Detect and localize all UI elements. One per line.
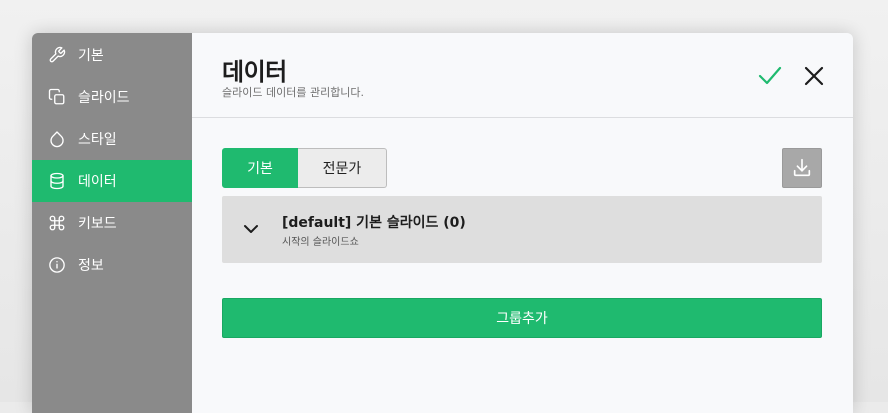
wrench-icon [48,46,66,64]
sidebar-item-label: 기본 [78,48,104,64]
confirm-button[interactable] [756,63,784,89]
group-description: 시작의 슬라이드쇼 [282,237,359,248]
settings-window: 기본 슬라이드 스타일 데이터 키보드 정보 데이터 슬라이드 데이터를 관리합… [32,33,853,413]
sidebar-item-data[interactable]: 데이터 [32,160,192,202]
slide-group-item: [default] 기본 슬라이드 (0) 시작의 슬라이드쇼 [222,196,822,263]
sidebar-item-keyboard[interactable]: 키보드 [32,202,192,244]
tab-basic[interactable]: 기본 [222,148,298,188]
command-icon [48,214,66,232]
page-subtitle: 슬라이드 데이터를 관리합니다. [222,86,365,99]
chevron-down-icon[interactable] [242,220,260,238]
sidebar-item-label: 슬라이드 [78,90,130,106]
sidebar-item-label: 데이터 [78,174,117,190]
check-icon [758,66,782,85]
sidebar-item-info[interactable]: 정보 [32,244,192,286]
page-title: 데이터 [222,58,287,86]
download-button[interactable] [782,148,822,188]
sidebar-item-label: 키보드 [78,216,117,232]
sidebar-item-basic[interactable]: 기본 [32,34,192,76]
droplet-icon [48,130,66,148]
group-title: [default] 기본 슬라이드 (0) [282,215,466,231]
download-icon [793,158,811,177]
sidebar-item-style[interactable]: 스타일 [32,118,192,160]
close-button[interactable] [802,64,826,88]
close-icon [804,66,824,86]
tab-expert[interactable]: 전문가 [298,148,387,188]
sidebar-item-slides[interactable]: 슬라이드 [32,76,192,118]
add-group-button[interactable]: 그룹추가 [222,298,822,338]
copy-icon [48,88,66,106]
sidebar-item-label: 정보 [78,258,104,274]
sidebar-item-label: 스타일 [78,132,117,148]
database-icon [48,172,66,190]
info-icon [48,256,66,274]
page-header: 데이터 슬라이드 데이터를 관리합니다. [192,33,853,118]
mode-tabs: 기본 전문가 [222,148,387,188]
sidebar: 기본 슬라이드 스타일 데이터 키보드 정보 [32,33,192,413]
